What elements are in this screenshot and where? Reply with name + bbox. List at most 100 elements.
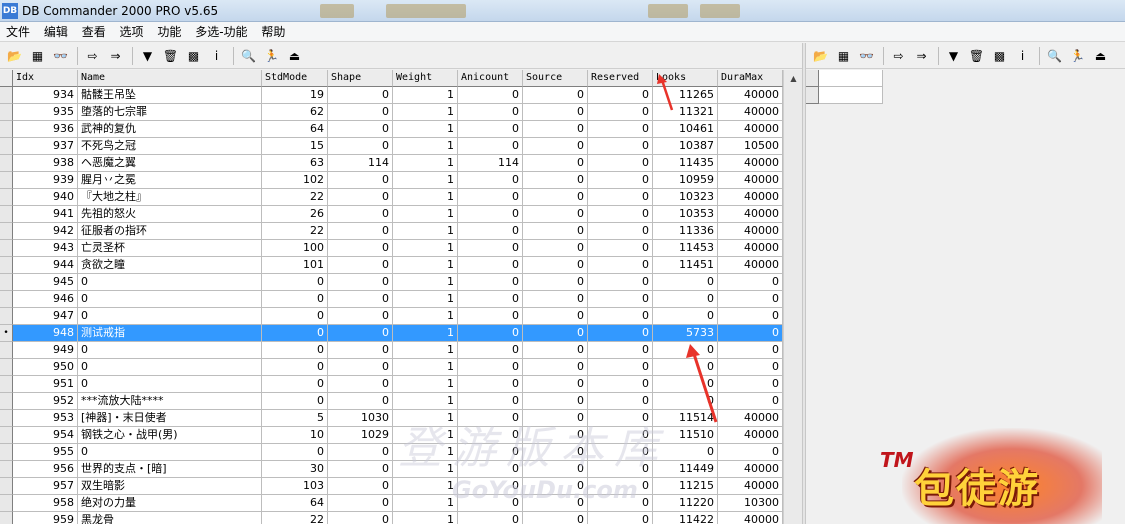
row-indicator[interactable] [0, 104, 13, 121]
cell-source[interactable]: 0 [523, 325, 588, 342]
cell-duramax[interactable]: 40000 [718, 512, 783, 524]
cell-name[interactable]: 0 [78, 291, 262, 308]
table-row[interactable]: 936 武神的复仇 64 0 1 0 0 0 10461 40000 [0, 121, 783, 138]
cell-stdmode[interactable]: 22 [262, 189, 328, 206]
table-row[interactable]: 950 0 0 0 1 0 0 0 0 0 [0, 359, 783, 376]
cell-looks[interactable]: 10461 [653, 121, 718, 138]
cell-looks[interactable]: 11435 [653, 155, 718, 172]
cell-duramax[interactable]: 0 [718, 444, 783, 461]
run-icon[interactable]: 🏃 [1067, 46, 1088, 66]
column-header-idx[interactable]: Idx [13, 70, 78, 87]
cell-shape[interactable]: 0 [328, 240, 393, 257]
cell-weight[interactable]: 1 [393, 155, 458, 172]
cell-weight[interactable]: 1 [393, 172, 458, 189]
cell-source[interactable]: 0 [523, 342, 588, 359]
cell-shape[interactable]: 0 [328, 308, 393, 325]
cell-reserved[interactable]: 0 [588, 359, 653, 376]
table-row[interactable]: 941 先祖的怒火 26 0 1 0 0 0 10353 40000 [0, 206, 783, 223]
cell-idx[interactable]: 939 [13, 172, 78, 189]
cell-reserved[interactable]: 0 [588, 393, 653, 410]
table-row[interactable]: 959 黑龙骨 22 0 1 0 0 0 11422 40000 [0, 512, 783, 524]
cell-source[interactable]: 0 [523, 257, 588, 274]
cell-reserved[interactable]: 0 [588, 104, 653, 121]
cell-source[interactable]: 0 [523, 274, 588, 291]
cell-looks[interactable]: 11422 [653, 512, 718, 524]
cell-looks[interactable]: 11453 [653, 240, 718, 257]
cell-stdmode[interactable]: 0 [262, 393, 328, 410]
row-indicator[interactable] [0, 257, 13, 274]
cell-stdmode[interactable]: 0 [262, 342, 328, 359]
menu-help[interactable]: 帮助 [256, 22, 290, 42]
cell-idx[interactable]: 954 [13, 427, 78, 444]
cell-reserved[interactable]: 0 [588, 121, 653, 138]
row-indicator[interactable] [0, 274, 13, 291]
cell-looks[interactable]: 0 [653, 274, 718, 291]
cell-shape[interactable]: 0 [328, 393, 393, 410]
cell-anicount[interactable]: 0 [458, 291, 523, 308]
cell-name[interactable]: ***流放大陆**** [78, 393, 262, 410]
cell-duramax[interactable]: 10500 [718, 138, 783, 155]
vertical-scrollbar[interactable]: ▲ [783, 70, 802, 524]
table-row[interactable]: 945 0 0 0 1 0 0 0 0 0 [0, 274, 783, 291]
cell-name[interactable]: 堕落的七宗罪 [78, 104, 262, 121]
cell-source[interactable]: 0 [523, 308, 588, 325]
cell-shape[interactable]: 114 [328, 155, 393, 172]
row-indicator[interactable] [0, 461, 13, 478]
cell-shape[interactable]: 0 [328, 461, 393, 478]
cell-shape[interactable]: 0 [328, 121, 393, 138]
cell-reserved[interactable]: 0 [588, 172, 653, 189]
cell-reserved[interactable]: 0 [588, 376, 653, 393]
cell-idx[interactable]: 949 [13, 342, 78, 359]
cell-shape[interactable]: 0 [328, 172, 393, 189]
cell-stdmode[interactable]: 0 [262, 308, 328, 325]
cell-idx[interactable]: 957 [13, 478, 78, 495]
cell-idx[interactable]: 937 [13, 138, 78, 155]
cell-reserved[interactable]: 0 [588, 155, 653, 172]
cell-anicount[interactable]: 0 [458, 206, 523, 223]
row-indicator[interactable] [0, 138, 13, 155]
cell-name[interactable]: 0 [78, 376, 262, 393]
cell-stdmode[interactable]: 0 [262, 444, 328, 461]
cell-shape[interactable]: 0 [328, 495, 393, 512]
cell-duramax[interactable]: 40000 [718, 104, 783, 121]
cell-shape[interactable]: 0 [328, 478, 393, 495]
cell-idx[interactable]: 956 [13, 461, 78, 478]
cell-stdmode[interactable]: 100 [262, 240, 328, 257]
cell-duramax[interactable]: 0 [718, 291, 783, 308]
cell-looks[interactable]: 10387 [653, 138, 718, 155]
menu-options[interactable]: 选项 [115, 22, 149, 42]
cell-shape[interactable]: 0 [328, 444, 393, 461]
cell-anicount[interactable]: 0 [458, 308, 523, 325]
cell-source[interactable]: 0 [523, 393, 588, 410]
cell-shape[interactable]: 0 [328, 291, 393, 308]
cell-idx[interactable]: 946 [13, 291, 78, 308]
column-header-weight[interactable]: Weight [393, 70, 458, 87]
cell-weight[interactable]: 1 [393, 274, 458, 291]
cell-stdmode[interactable]: 102 [262, 172, 328, 189]
cell-name[interactable]: 测试戒指 [78, 325, 262, 342]
run-icon[interactable]: 🏃 [261, 46, 282, 66]
open-folder-icon[interactable]: 📂 [4, 46, 25, 66]
cell-name[interactable]: 0 [78, 308, 262, 325]
table-row[interactable]: 938 ヘ恶魔之翼 63 114 1 114 0 0 11435 40000 [0, 155, 783, 172]
cell-stdmode[interactable]: 19 [262, 87, 328, 104]
cell-shape[interactable]: 0 [328, 376, 393, 393]
cell-anicount[interactable]: 0 [458, 393, 523, 410]
cell-shape[interactable]: 0 [328, 104, 393, 121]
row-indicator[interactable] [0, 444, 13, 461]
cell-stdmode[interactable]: 64 [262, 121, 328, 138]
table-row[interactable]: 943 亡灵圣杯 100 0 1 0 0 0 11453 40000 [0, 240, 783, 257]
cell-idx[interactable]: 952 [13, 393, 78, 410]
info-icon[interactable]: i [206, 46, 227, 66]
cell-source[interactable]: 0 [523, 87, 588, 104]
cell-name[interactable]: 『大地之柱』 [78, 189, 262, 206]
cell-reserved[interactable]: 0 [588, 240, 653, 257]
cell-name[interactable]: 0 [78, 274, 262, 291]
cell-stdmode[interactable]: 101 [262, 257, 328, 274]
cell-weight[interactable]: 1 [393, 121, 458, 138]
exit-icon[interactable]: ⏏ [1090, 46, 1111, 66]
cell-idx[interactable]: 936 [13, 121, 78, 138]
cell-stdmode[interactable]: 5 [262, 410, 328, 427]
search-tools-icon[interactable]: 🔍 [238, 46, 259, 66]
cell-looks[interactable]: 11336 [653, 223, 718, 240]
